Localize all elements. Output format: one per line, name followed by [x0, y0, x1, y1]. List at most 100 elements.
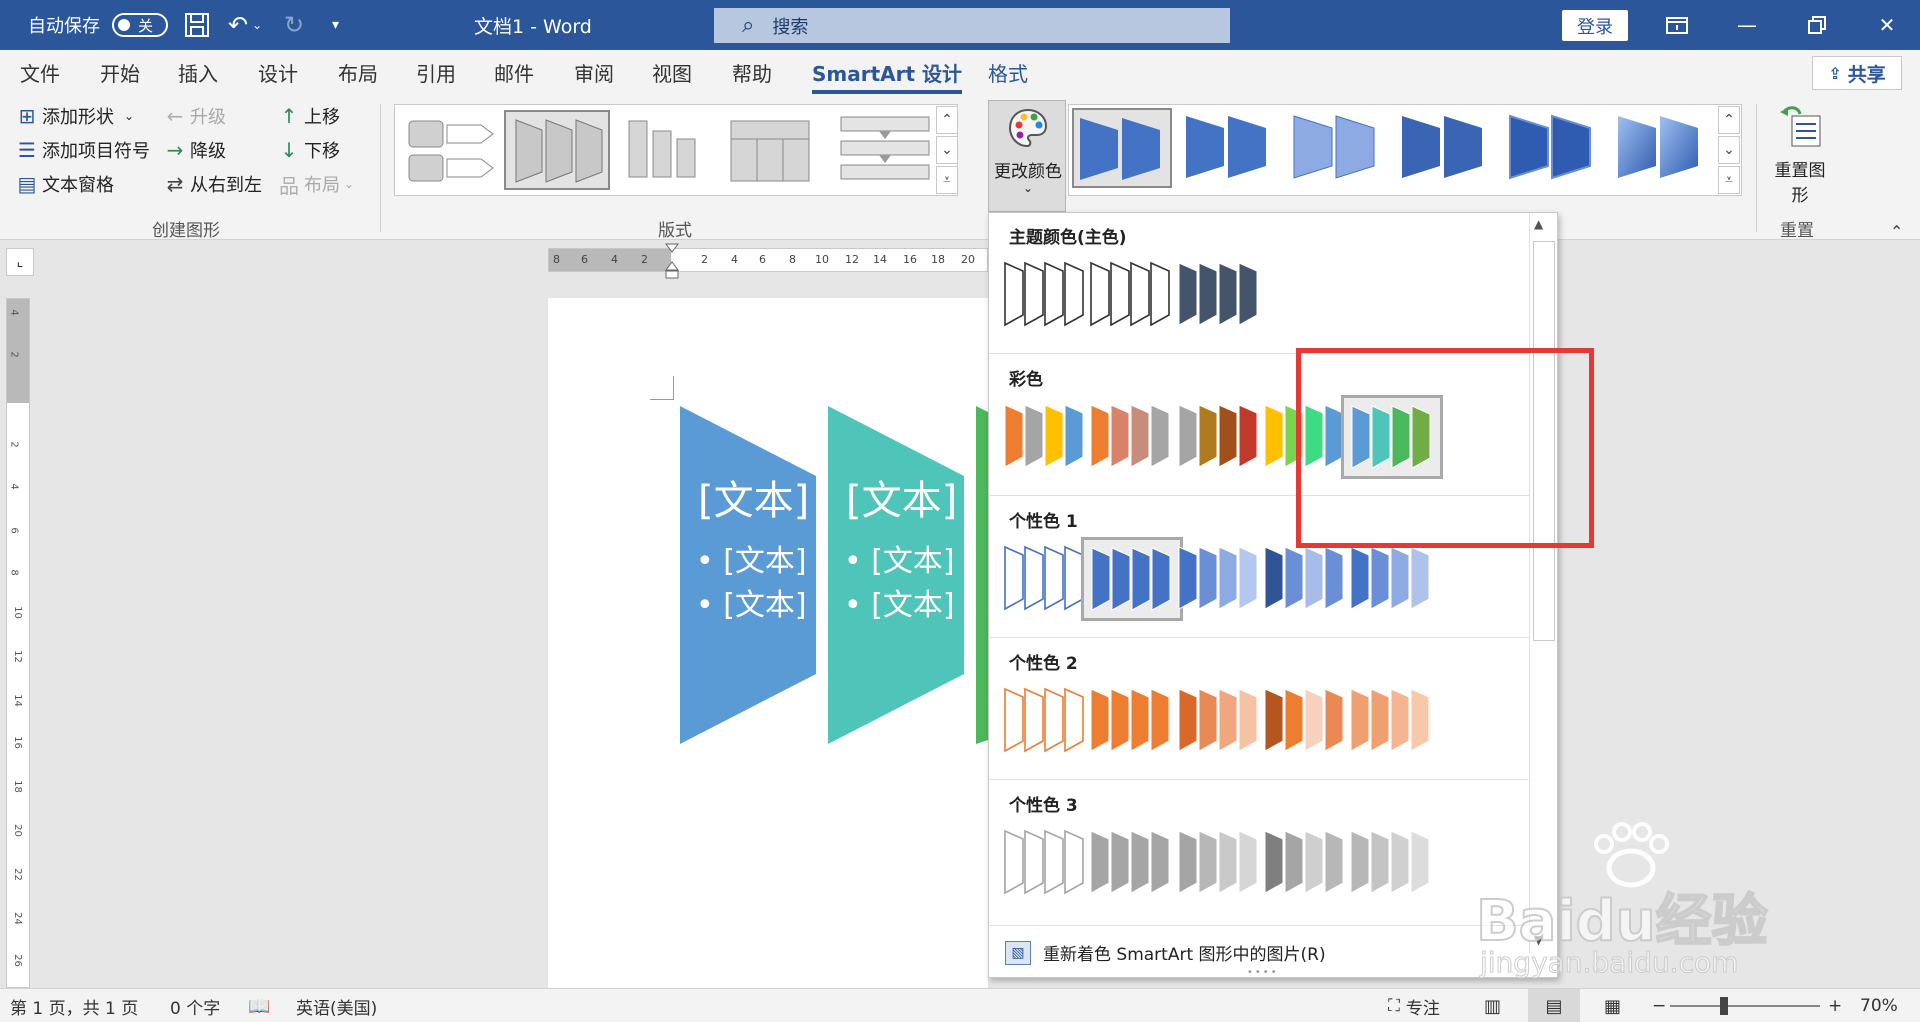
add-shape-button[interactable]: ⊞ 添加形状 ⌄ [14, 102, 134, 130]
ruler-number: 20 [961, 253, 975, 266]
smartart-shape-3[interactable] [976, 406, 988, 744]
tab-layout[interactable]: 布局 [338, 50, 378, 94]
color-swatch[interactable] [1169, 253, 1271, 337]
color-swatch[interactable] [1341, 537, 1443, 621]
layout-button[interactable]: 品 布局 ⌄ [276, 170, 354, 198]
collapse-ribbon-icon[interactable]: ⌃ [1890, 222, 1903, 241]
shape-1-bullet[interactable]: • [文本] [696, 536, 807, 580]
horizontal-ruler[interactable]: 8 6 4 2 2 4 6 8 10 12 14 16 18 20 [548, 248, 988, 272]
read-mode-icon[interactable]: ▥ [1484, 989, 1501, 1022]
shape-2-bullet[interactable]: • [文本] [844, 536, 955, 580]
save-icon[interactable] [184, 0, 210, 50]
color-swatch[interactable] [1081, 537, 1183, 621]
layout-thumb-list[interactable] [402, 110, 498, 190]
color-swatch[interactable] [1081, 679, 1183, 763]
swatch-shape [1024, 545, 1044, 611]
styles-scroll-down-icon[interactable]: ⌄ [1718, 136, 1740, 164]
demote-button[interactable]: → 降级 [162, 136, 226, 164]
ribbon-display-options-icon[interactable] [1642, 0, 1712, 50]
zoom-level[interactable]: 70% [1860, 989, 1898, 1022]
zoom-slider-thumb[interactable] [1720, 997, 1728, 1015]
layout-thumb-trapezoid[interactable] [504, 110, 610, 190]
style-thumb-moderate[interactable] [1396, 108, 1496, 188]
tab-insert[interactable]: 插入 [178, 50, 218, 94]
shape-1-title[interactable]: [文本] [698, 468, 809, 526]
color-swatch[interactable] [1081, 395, 1183, 479]
resize-grip-icon[interactable]: •••• [1247, 967, 1279, 977]
tab-mailings[interactable]: 邮件 [494, 50, 534, 94]
ruler-number: 12 [11, 650, 23, 663]
tab-design[interactable]: 设计 [258, 50, 298, 94]
promote-button[interactable]: ← 升级 [162, 102, 226, 130]
search-box[interactable]: ⌕ 搜索 [714, 8, 1230, 43]
indent-marker-icon[interactable] [664, 242, 680, 285]
tab-file[interactable]: 文件 [20, 50, 60, 94]
vertical-ruler[interactable]: 4 2 2 4 6 8 10 12 14 16 18 20 22 24 26 [6, 298, 30, 988]
layout-thumb-vertical-bars[interactable] [620, 110, 704, 190]
swatch-preview [1178, 830, 1258, 894]
change-colors-button[interactable]: 更改颜色 ⌄ [988, 100, 1066, 212]
color-swatch[interactable] [1081, 253, 1183, 337]
undo-icon[interactable]: ↶ ⌄ [228, 0, 262, 50]
color-swatch[interactable] [1341, 821, 1443, 905]
shape-1-bullet[interactable]: • [文本] [696, 580, 807, 624]
focus-mode-button[interactable]: ⛶ 专注 [1388, 989, 1440, 1022]
autosave-control[interactable]: 自动保存 关 [28, 0, 168, 50]
tab-help[interactable]: 帮助 [732, 50, 772, 94]
zoom-out-button[interactable]: − [1652, 989, 1666, 1022]
tab-format[interactable]: 格式 [988, 50, 1028, 94]
customize-toolbar-icon[interactable]: ▾ [332, 0, 339, 50]
layout-thumb-table[interactable] [724, 110, 814, 190]
scroll-down-icon[interactable]: ▼ [1534, 933, 1543, 947]
color-swatch[interactable] [1081, 821, 1183, 905]
gallery-scroll-up-icon[interactable]: ⌃ [936, 106, 958, 134]
styles-scroll-up-icon[interactable]: ⌃ [1718, 106, 1740, 134]
style-thumb-3d[interactable] [1612, 108, 1712, 188]
tab-smartart-design[interactable]: SmartArt 设计 [812, 50, 963, 94]
gallery-more-icon[interactable]: ⩡ [936, 166, 958, 194]
tab-references[interactable]: 引用 [416, 50, 456, 94]
language-indicator[interactable]: 英语(美国) [296, 989, 377, 1022]
shape-2-bullet[interactable]: • [文本] [844, 580, 955, 624]
ruler-number: 2 [701, 253, 708, 266]
login-button[interactable]: 登录 [1562, 10, 1628, 41]
print-layout-icon[interactable]: ▤ [1528, 989, 1580, 1022]
redo-icon[interactable]: ↻ [284, 0, 304, 50]
add-bullet-button[interactable]: ☰ 添加项目符号 [14, 136, 150, 164]
share-button[interactable]: ⇪ 共享 [1812, 56, 1902, 90]
right-to-left-button[interactable]: ⇄ 从右到左 [162, 170, 262, 198]
scroll-up-icon[interactable]: ▲ [1534, 217, 1543, 231]
reset-graphic-button[interactable]: 重置图形 [1768, 102, 1832, 208]
zoom-slider[interactable] [1670, 1005, 1820, 1007]
close-icon[interactable]: ✕ [1852, 0, 1920, 50]
style-thumb-light[interactable] [1288, 108, 1388, 188]
ruler-number: 10 [11, 606, 23, 619]
paw-logo-icon [1594, 822, 1669, 888]
word-count[interactable]: 0 个字 [170, 989, 220, 1022]
gallery-scroll-down-icon[interactable]: ⌄ [936, 136, 958, 164]
layout-thumb-stacked-process[interactable] [834, 110, 934, 190]
title-bar: 自动保存 关 ↶ ⌄ ↻ ▾ 文档1 - Word ⌕ 搜索 登录 — ✕ [0, 0, 1920, 50]
web-layout-icon[interactable]: ▦ [1604, 989, 1621, 1022]
move-up-button[interactable]: ↑ 上移 [276, 102, 340, 130]
arrow-right-icon: → [166, 138, 184, 162]
shape-2-title[interactable]: [文本] [846, 468, 957, 526]
zoom-in-button[interactable]: + [1828, 989, 1842, 1022]
autosave-toggle[interactable]: 关 [112, 13, 168, 37]
tab-stop-selector[interactable]: ⌞ [6, 248, 34, 276]
style-thumb-intense[interactable] [1504, 108, 1604, 188]
tab-review[interactable]: 审阅 [574, 50, 614, 94]
dropdown-scrollbar[interactable]: ▲ ▼ [1529, 213, 1557, 953]
proofing-icon[interactable]: 📖 [248, 989, 270, 1022]
style-thumb-flat[interactable] [1180, 108, 1280, 188]
tab-view[interactable]: 视图 [652, 50, 692, 94]
style-thumb-simple[interactable] [1072, 108, 1172, 188]
page-info[interactable]: 第 1 页，共 1 页 [10, 989, 138, 1022]
color-swatch[interactable] [1341, 679, 1443, 763]
restore-icon[interactable] [1782, 0, 1852, 50]
text-pane-button[interactable]: ▤ 文本窗格 [14, 170, 114, 198]
move-down-button[interactable]: ↓ 下移 [276, 136, 340, 164]
tab-home[interactable]: 开始 [100, 50, 140, 94]
minimize-icon[interactable]: — [1712, 0, 1782, 50]
styles-more-icon[interactable]: ⩡ [1718, 166, 1740, 194]
